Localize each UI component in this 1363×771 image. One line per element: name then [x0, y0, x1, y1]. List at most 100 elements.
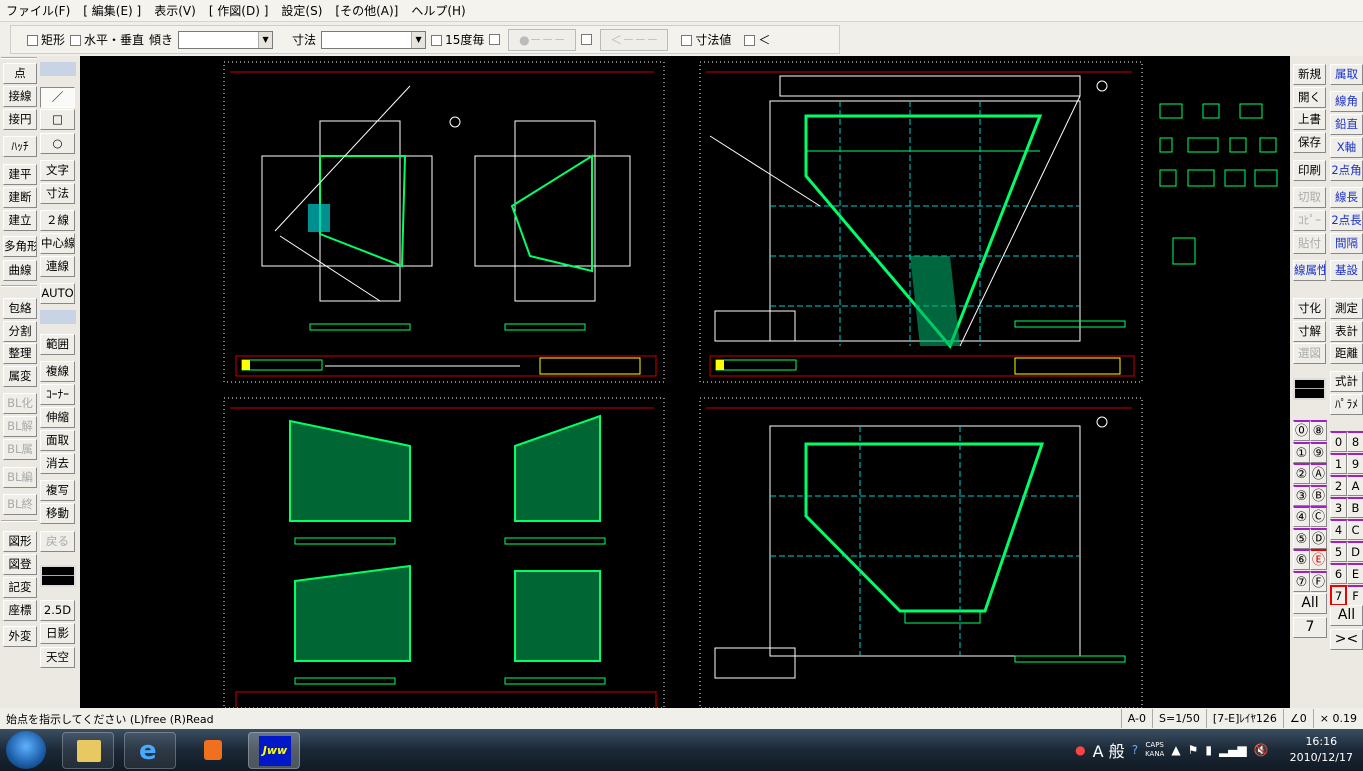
tool-接円[interactable]: 接円 — [3, 109, 37, 130]
menu-item-5[interactable]: [その他(A)] — [335, 2, 398, 19]
current-layer[interactable]: [7-E]ﾚｲﾔ126 — [1205, 709, 1283, 728]
show-hidden-icons[interactable]: ▲ — [1171, 743, 1180, 757]
layer-group-⑦[interactable]: ⑦ — [1293, 570, 1310, 592]
tool-印刷[interactable]: 印刷 — [1293, 160, 1326, 181]
menu-item-6[interactable]: ヘルプ(H) — [411, 2, 465, 19]
tool-記変[interactable]: 記変 — [3, 577, 37, 598]
tilt-select[interactable]: ▼ — [178, 30, 274, 49]
tool-多角形[interactable]: 多角形 — [3, 236, 37, 257]
paper-size[interactable]: A-0 — [1120, 709, 1152, 728]
tool-線角[interactable]: 線角 — [1330, 91, 1363, 112]
tool-建立[interactable]: 建立 — [3, 210, 37, 231]
ime-indicator[interactable]: A 般 — [1093, 738, 1125, 762]
dimval-checkbox[interactable]: 寸法値 — [681, 31, 731, 48]
tool-AUTO[interactable]: AUTO — [40, 283, 75, 304]
layer-group-④[interactable]: ④ — [1293, 506, 1310, 527]
deg15-checkbox[interactable]: 15度毎 — [431, 31, 484, 48]
tool-整理[interactable]: 整理 — [3, 343, 37, 364]
tool-面取[interactable]: 面取 — [40, 430, 75, 451]
tool-○[interactable]: ○ — [40, 133, 75, 154]
layer-E[interactable]: E — [1347, 563, 1363, 584]
flag-icon[interactable]: ⚑ — [1188, 743, 1199, 757]
tool-2点角[interactable]: 2点角 — [1330, 160, 1363, 181]
tool-線長[interactable]: 線長 — [1330, 187, 1363, 208]
layer-group-Ⓕ[interactable]: Ⓕ — [1310, 570, 1327, 592]
layer-group-Ⓔ[interactable]: Ⓔ — [1310, 549, 1327, 570]
tool-貼付[interactable]: 貼付 — [1293, 233, 1326, 254]
rect-checkbox[interactable]: 矩形 — [27, 31, 65, 48]
tool-切取[interactable]: 切取 — [1293, 187, 1326, 208]
layer-5[interactable]: 5 — [1330, 541, 1347, 562]
layer-group-⑧[interactable]: ⑧ — [1310, 420, 1327, 441]
tool-選図[interactable]: 選図 — [1293, 343, 1326, 364]
tool-ｺﾋﾟｰ[interactable]: ｺﾋﾟｰ — [1293, 210, 1326, 231]
menu-item-4[interactable]: 設定(S) — [281, 2, 322, 19]
tool-消去[interactable]: 消去 — [40, 453, 75, 474]
menu-item-1[interactable]: [ 編集(E) ] — [83, 2, 141, 19]
layer-group-②[interactable]: ② — [1293, 463, 1310, 484]
tool-伸縮[interactable]: 伸縮 — [40, 407, 75, 428]
tool-戻る[interactable]: 戻る — [40, 531, 75, 552]
layer-group-all-button[interactable]: All — [1293, 593, 1327, 614]
help-icon[interactable]: ? — [1132, 743, 1138, 757]
tool-ﾊｯﾁ[interactable]: ﾊｯﾁ — [3, 136, 37, 157]
layer-group-③[interactable]: ③ — [1293, 484, 1310, 506]
tool-天空[interactable]: 天空 — [40, 647, 75, 668]
start-button[interactable] — [6, 731, 46, 769]
dim-select[interactable]: ▼ — [321, 30, 427, 49]
layer-group-Ⓓ[interactable]: Ⓓ — [1310, 527, 1327, 549]
tool-建平[interactable]: 建平 — [3, 164, 37, 185]
layer-group-⑥[interactable]: ⑥ — [1293, 549, 1310, 570]
tool-BL解[interactable]: BL解 — [3, 416, 37, 437]
tool-開く[interactable]: 開く — [1293, 87, 1326, 108]
tool-□[interactable]: □ — [40, 109, 75, 130]
layer-group-⑨[interactable]: ⑨ — [1310, 441, 1327, 463]
tool-寸法[interactable]: 寸法 — [40, 183, 75, 204]
layer-group-Ⓒ[interactable]: Ⓒ — [1310, 506, 1327, 527]
btn2-checkbox[interactable] — [581, 34, 593, 45]
tool-X軸[interactable]: X軸 — [1330, 137, 1363, 158]
tool-線属性[interactable]: 線属性 — [1293, 260, 1326, 281]
tool-／[interactable]: ／ — [40, 87, 75, 108]
point-line-button[interactable]: ●－－－ — [508, 28, 577, 51]
layer-3[interactable]: 3 — [1330, 497, 1347, 518]
tool-接線[interactable]: 接線 — [3, 86, 37, 107]
tool-表計[interactable]: 表計 — [1330, 321, 1363, 342]
tool-鉛直[interactable]: 鉛直 — [1330, 114, 1363, 135]
tool-属変[interactable]: 属変 — [3, 366, 37, 387]
tool-連線[interactable]: 連線 — [40, 256, 75, 277]
tool-BL終[interactable]: BL終 — [3, 494, 37, 515]
signal-icon[interactable]: ▂▄▆ — [1219, 743, 1247, 757]
scale[interactable]: S=1/50 — [1152, 709, 1206, 728]
layer-8[interactable]: 8 — [1347, 431, 1363, 452]
tool-曲線[interactable]: 曲線 — [3, 260, 37, 281]
antivirus-icon[interactable]: ● — [1075, 743, 1085, 757]
tool-外変[interactable]: 外変 — [3, 626, 37, 647]
tool-図登[interactable]: 図登 — [3, 554, 37, 575]
tool-建断[interactable]: 建断 — [3, 187, 37, 208]
tool-日影[interactable]: 日影 — [40, 623, 75, 644]
layer-group-current[interactable]: 7 — [1293, 617, 1327, 638]
tool-BL属[interactable]: BL属 — [3, 439, 37, 460]
layer-2[interactable]: 2 — [1330, 475, 1347, 496]
layer-group-①[interactable]: ① — [1293, 441, 1310, 463]
drawing-canvas[interactable] — [80, 56, 1290, 708]
tool-包絡[interactable]: 包絡 — [3, 298, 37, 319]
layer-7[interactable]: 7 — [1330, 585, 1347, 606]
tool-座標[interactable]: 座標 — [3, 600, 37, 621]
tool-複写[interactable]: 複写 — [40, 480, 75, 501]
layer-9[interactable]: 9 — [1347, 453, 1363, 474]
tool-２線[interactable]: ２線 — [40, 210, 75, 231]
explorer-icon[interactable] — [62, 732, 114, 769]
layer-6[interactable]: 6 — [1330, 563, 1347, 584]
tool-寸化[interactable]: 寸化 — [1293, 298, 1326, 319]
layers-all-button[interactable]: All — [1330, 605, 1363, 626]
network-icon[interactable]: ▮ — [1205, 743, 1212, 757]
tool-測定[interactable]: 測定 — [1330, 298, 1363, 319]
btn1-checkbox[interactable] — [489, 34, 501, 45]
tool-図形[interactable]: 図形 — [3, 531, 37, 552]
tool-間隔[interactable]: 間隔 — [1330, 233, 1363, 254]
arrow-line-button[interactable]: ＜－－－ — [600, 28, 669, 51]
layer-group-⓪[interactable]: ⓪ — [1293, 420, 1310, 441]
layer-4[interactable]: 4 — [1330, 519, 1347, 540]
